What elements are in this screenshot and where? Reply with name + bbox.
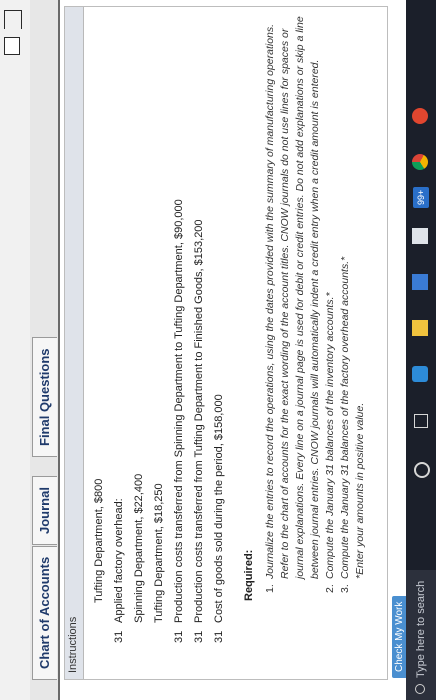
tab-journal[interactable]: Journal: [32, 476, 57, 545]
item-text: Compute the January 31 balances of the f…: [339, 256, 351, 579]
list-item: 2. Compute the January 31 balances of th…: [323, 13, 338, 593]
entry-row: 31 Applied factory overhead:: [109, 199, 129, 643]
instructions-header: Instructions: [65, 7, 84, 679]
entry-text: Cost of goods sold during the period, $1…: [213, 394, 225, 623]
requirements-list: 1. Journalize the entries to record the …: [263, 13, 368, 593]
store-icon[interactable]: [412, 274, 428, 290]
entry-row: 31 Production costs transferred from Tuft…: [189, 199, 209, 643]
rotated-screen: Chart of Accounts Journal Final Question…: [0, 0, 436, 700]
notification-badge: 99+: [413, 186, 429, 208]
entry-day: 31: [213, 630, 225, 643]
required-label: Required:: [243, 549, 255, 601]
entry-row: Spinning Department, $22,400: [129, 199, 149, 643]
tab-bar: Chart of Accounts Journal Final Question…: [30, 0, 60, 700]
entry-text: Production costs transferred from Spinni…: [173, 199, 185, 623]
entry-text: Spinning Department, $22,400: [133, 473, 145, 623]
entry-row: Tufting Department, $800: [89, 199, 109, 643]
browser-top-strip: [0, 0, 31, 700]
instructions-heading: Instructions: [67, 616, 79, 673]
bracket-icon[interactable]: [4, 10, 22, 29]
list-item: 3. Compute the January 31 balances of th…: [338, 13, 353, 593]
app-icon[interactable]: [412, 108, 428, 124]
instructions-panel: Instructions Tufting Department, $800 31…: [64, 6, 388, 680]
file-explorer-icon[interactable]: [412, 320, 428, 336]
entry-row: 31 Production costs transferred from Spin…: [169, 199, 189, 643]
window-icon[interactable]: [4, 37, 20, 55]
edge-browser-icon[interactable]: [412, 366, 428, 382]
search-icon: [415, 684, 425, 694]
entry-text: Tufting Department, $18,250: [153, 483, 165, 623]
mail-icon[interactable]: [412, 228, 428, 244]
entry-day: 31: [173, 630, 185, 643]
entry-text: Tufting Department, $800: [93, 478, 105, 603]
item-text: *Enter your amounts in positive value.: [354, 402, 366, 579]
chrome-icon[interactable]: [412, 154, 428, 170]
list-item: 1. Journalize the entries to record the …: [263, 13, 323, 593]
item-number: 3.: [339, 584, 351, 593]
entry-day: 31: [113, 630, 125, 643]
item-text: Compute the January 31 balances of the i…: [324, 292, 336, 579]
entry-row: 31 Cost of goods sold during the period, …: [209, 199, 229, 643]
task-view-icon[interactable]: [414, 414, 428, 428]
list-item: *Enter your amounts in positive value.: [353, 13, 368, 593]
operations-summary: Tufting Department, $800 31 Applied facto…: [89, 199, 229, 643]
cortana-icon[interactable]: [414, 462, 430, 478]
taskbar-search[interactable]: Type here to search: [406, 570, 436, 700]
entry-text: Production costs transferred from Tuftin…: [193, 219, 205, 623]
windows-taskbar: Type here to search 99+: [406, 0, 436, 700]
item-number: 1.: [264, 584, 276, 593]
tab-chart-of-accounts[interactable]: Chart of Accounts: [32, 545, 57, 680]
entry-text: Applied factory overhead:: [113, 498, 125, 623]
search-input[interactable]: Type here to search: [406, 581, 436, 678]
item-text: Journalize the entries to record the ope…: [264, 16, 321, 579]
window-controls: [4, 10, 22, 55]
entry-row: Tufting Department, $18,250: [149, 199, 169, 643]
tab-final-questions[interactable]: Final Questions: [32, 337, 57, 457]
item-number: 2.: [324, 584, 336, 593]
entry-day: 31: [193, 630, 205, 643]
